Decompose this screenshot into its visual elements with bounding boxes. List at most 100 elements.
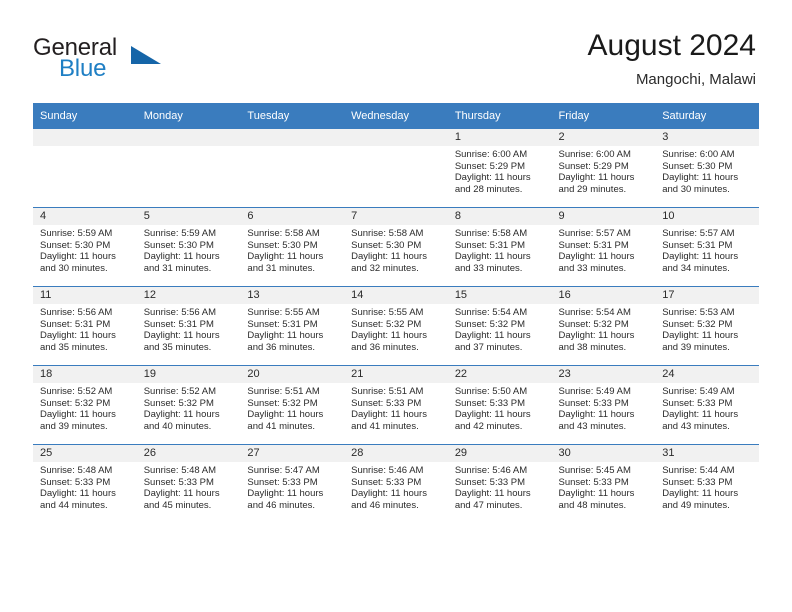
calendar-day-cell[interactable]: 5 Sunrise: 5:59 AM Sunset: 5:30 PM Daylight… bbox=[136, 207, 241, 287]
daylight-text-line2: and 43 minutes. bbox=[558, 420, 627, 432]
day-number bbox=[344, 129, 448, 146]
daylight-text-line2: and 48 minutes. bbox=[558, 499, 627, 511]
daylight-text-line1: Daylight: 11 hours bbox=[662, 251, 739, 263]
sunrise-text: Sunrise: 5:46 AM bbox=[454, 465, 528, 476]
calendar-day-cell[interactable]: 29 Sunrise: 5:46 AM Sunset: 5:33 PM Dayligh… bbox=[447, 444, 552, 523]
daylight-text-line2: and 31 minutes. bbox=[143, 262, 212, 274]
day-number: 17 bbox=[655, 287, 759, 304]
day-details: Sunrise: 5:55 AM Sunset: 5:31 PM Daylight:… bbox=[240, 304, 344, 353]
calendar-cell-inner: 9 Sunrise: 5:57 AM Sunset: 5:31 PM Daylight… bbox=[551, 208, 656, 286]
calendar-day-cell[interactable]: 13 Sunrise: 5:55 AM Sunset: 5:31 PM Dayligh… bbox=[240, 286, 345, 366]
sunrise-text: Sunrise: 6:00 AM bbox=[454, 149, 528, 160]
sunrise-text: Sunrise: 5:53 AM bbox=[662, 307, 735, 318]
calendar-week-row: 4 Sunrise: 5:59 AM Sunset: 5:30 PM Daylight… bbox=[33, 207, 759, 287]
weekday-header-saturday: Saturday bbox=[655, 103, 759, 129]
calendar-day-cell[interactable]: 20 Sunrise: 5:51 AM Sunset: 5:32 PM Dayligh… bbox=[240, 365, 345, 445]
daylight-text-line1: Daylight: 11 hours bbox=[662, 488, 739, 500]
calendar-cell-inner: 8 Sunrise: 5:58 AM Sunset: 5:31 PM Daylight… bbox=[447, 208, 552, 286]
calendar-cell-inner: 31 Sunrise: 5:44 AM Sunset: 5:33 PM Dayligh… bbox=[655, 445, 759, 523]
calendar-cell-inner bbox=[344, 129, 448, 207]
day-number bbox=[33, 129, 137, 146]
sunrise-text: Sunrise: 5:58 AM bbox=[454, 228, 528, 239]
calendar-day-cell[interactable]: 8 Sunrise: 5:58 AM Sunset: 5:31 PM Daylight… bbox=[447, 207, 552, 287]
calendar-day-cell[interactable]: 25 Sunrise: 5:48 AM Sunset: 5:33 PM Dayligh… bbox=[33, 444, 137, 523]
calendar-cell-inner bbox=[240, 129, 345, 207]
calendar-day-cell[interactable]: 9 Sunrise: 5:57 AM Sunset: 5:31 PM Daylight… bbox=[551, 207, 656, 287]
sunrise-text: Sunrise: 5:55 AM bbox=[247, 307, 320, 318]
daylight-text-line2: and 35 minutes. bbox=[40, 341, 108, 353]
daylight-text-line1: Daylight: 11 hours bbox=[40, 488, 116, 500]
daylight-text-line1: Daylight: 11 hours bbox=[40, 330, 116, 342]
day-number: 19 bbox=[136, 366, 241, 383]
calendar-day-cell[interactable]: 27 Sunrise: 5:47 AM Sunset: 5:33 PM Dayligh… bbox=[240, 444, 345, 523]
sunrise-text: Sunrise: 5:57 AM bbox=[558, 228, 631, 239]
calendar-day-cell[interactable]: 2 Sunrise: 6:00 AM Sunset: 5:29 PM Daylight… bbox=[551, 128, 656, 208]
day-number: 16 bbox=[551, 287, 656, 304]
calendar-day-cell[interactable]: 31 Sunrise: 5:44 AM Sunset: 5:33 PM Dayligh… bbox=[655, 444, 759, 523]
calendar-day-cell[interactable]: 4 Sunrise: 5:59 AM Sunset: 5:30 PM Daylight… bbox=[33, 207, 137, 287]
day-details: Sunrise: 5:49 AM Sunset: 5:33 PM Daylight:… bbox=[655, 383, 759, 432]
calendar-day-cell[interactable]: 17 Sunrise: 5:53 AM Sunset: 5:32 PM Dayligh… bbox=[655, 286, 759, 366]
sunset-text: Sunset: 5:30 PM bbox=[40, 239, 111, 251]
calendar-cell-inner: 26 Sunrise: 5:48 AM Sunset: 5:33 PM Dayligh… bbox=[136, 445, 241, 523]
daylight-text-line2: and 39 minutes. bbox=[40, 420, 108, 432]
sunrise-text: Sunrise: 5:56 AM bbox=[143, 307, 217, 318]
day-number: 29 bbox=[447, 445, 552, 462]
calendar-day-cell[interactable]: 6 Sunrise: 5:58 AM Sunset: 5:30 PM Daylight… bbox=[240, 207, 345, 287]
brand-logo[interactable]: General Blue bbox=[33, 34, 263, 84]
sunset-text: Sunset: 5:32 PM bbox=[40, 397, 111, 409]
sunset-text: Sunset: 5:31 PM bbox=[247, 318, 318, 330]
calendar-cell-inner: 10 Sunrise: 5:57 AM Sunset: 5:31 PM Dayligh… bbox=[655, 208, 759, 286]
daylight-text-line2: and 49 minutes. bbox=[662, 499, 730, 511]
daylight-text-line2: and 28 minutes. bbox=[454, 183, 523, 195]
daylight-text-line2: and 43 minutes. bbox=[662, 420, 730, 432]
daylight-text-line1: Daylight: 11 hours bbox=[662, 330, 739, 342]
sunrise-text: Sunrise: 5:54 AM bbox=[558, 307, 631, 318]
calendar-day-cell[interactable]: 28 Sunrise: 5:46 AM Sunset: 5:33 PM Dayligh… bbox=[344, 444, 448, 523]
calendar-week-row: 11 Sunrise: 5:56 AM Sunset: 5:31 PM Dayligh… bbox=[33, 286, 759, 366]
calendar-day-cell[interactable]: 24 Sunrise: 5:49 AM Sunset: 5:33 PM Dayligh… bbox=[655, 365, 759, 445]
daylight-text-line1: Daylight: 11 hours bbox=[143, 330, 220, 342]
day-number bbox=[240, 129, 345, 146]
day-number: 6 bbox=[240, 208, 345, 225]
calendar-day-cell[interactable]: 7 Sunrise: 5:58 AM Sunset: 5:30 PM Daylight… bbox=[344, 207, 448, 287]
day-details: Sunrise: 5:57 AM Sunset: 5:31 PM Daylight:… bbox=[552, 225, 656, 274]
calendar-week-row: 25 Sunrise: 5:48 AM Sunset: 5:33 PM Dayligh… bbox=[33, 444, 759, 523]
day-details: Sunrise: 5:54 AM Sunset: 5:32 PM Daylight:… bbox=[448, 304, 552, 353]
sunset-text: Sunset: 5:33 PM bbox=[454, 397, 526, 409]
calendar-page: General Blue August 2024 Mangochi, Malaw… bbox=[0, 0, 792, 612]
calendar-day-cell[interactable]: 11 Sunrise: 5:56 AM Sunset: 5:31 PM Dayligh… bbox=[33, 286, 137, 366]
triangle-logo-icon bbox=[131, 46, 161, 64]
calendar-cell-inner: 19 Sunrise: 5:52 AM Sunset: 5:32 PM Dayligh… bbox=[136, 366, 241, 444]
calendar-day-cell[interactable]: 30 Sunrise: 5:45 AM Sunset: 5:33 PM Dayligh… bbox=[551, 444, 656, 523]
calendar-day-cell[interactable]: 10 Sunrise: 5:57 AM Sunset: 5:31 PM Dayligh… bbox=[655, 207, 759, 287]
calendar-day-cell[interactable]: 21 Sunrise: 5:51 AM Sunset: 5:33 PM Dayligh… bbox=[344, 365, 448, 445]
calendar-day-cell[interactable]: 16 Sunrise: 5:54 AM Sunset: 5:32 PM Dayligh… bbox=[551, 286, 656, 366]
day-number: 10 bbox=[655, 208, 759, 225]
daylight-text-line1: Daylight: 11 hours bbox=[143, 409, 220, 421]
day-details: Sunrise: 5:52 AM Sunset: 5:32 PM Daylight:… bbox=[33, 383, 137, 432]
calendar-day-cell[interactable]: 12 Sunrise: 5:56 AM Sunset: 5:31 PM Dayligh… bbox=[136, 286, 241, 366]
daylight-text-line2: and 29 minutes. bbox=[558, 183, 627, 195]
calendar-day-cell[interactable]: 19 Sunrise: 5:52 AM Sunset: 5:32 PM Dayligh… bbox=[136, 365, 241, 445]
day-number: 15 bbox=[447, 287, 552, 304]
sunset-text: Sunset: 5:33 PM bbox=[662, 397, 733, 409]
daylight-text-line1: Daylight: 11 hours bbox=[662, 409, 739, 421]
sunset-text: Sunset: 5:30 PM bbox=[351, 239, 422, 251]
calendar-day-cell[interactable]: 15 Sunrise: 5:54 AM Sunset: 5:32 PM Dayligh… bbox=[447, 286, 552, 366]
calendar-day-cell[interactable]: 14 Sunrise: 5:55 AM Sunset: 5:32 PM Dayligh… bbox=[344, 286, 448, 366]
daylight-text-line1: Daylight: 11 hours bbox=[351, 488, 427, 500]
day-details: Sunrise: 5:52 AM Sunset: 5:32 PM Daylight:… bbox=[137, 383, 241, 432]
calendar-day-cell[interactable]: 3 Sunrise: 6:00 AM Sunset: 5:30 PM Daylight… bbox=[655, 128, 759, 208]
day-number: 22 bbox=[447, 366, 552, 383]
sunset-text: Sunset: 5:33 PM bbox=[40, 476, 111, 488]
calendar-day-cell[interactable]: 18 Sunrise: 5:52 AM Sunset: 5:32 PM Dayligh… bbox=[33, 365, 137, 445]
calendar-day-cell[interactable]: 26 Sunrise: 5:48 AM Sunset: 5:33 PM Dayligh… bbox=[136, 444, 241, 523]
day-details: Sunrise: 5:58 AM Sunset: 5:30 PM Daylight:… bbox=[344, 225, 448, 274]
calendar-day-cell[interactable]: 22 Sunrise: 5:50 AM Sunset: 5:33 PM Dayligh… bbox=[447, 365, 552, 445]
weekday-header-monday: Monday bbox=[136, 103, 241, 129]
calendar-day-cell[interactable]: 1 Sunrise: 6:00 AM Sunset: 5:29 PM Daylight… bbox=[447, 128, 552, 208]
day-number bbox=[136, 129, 241, 146]
calendar-day-cell[interactable]: 23 Sunrise: 5:49 AM Sunset: 5:33 PM Dayligh… bbox=[551, 365, 656, 445]
day-number: 4 bbox=[33, 208, 137, 225]
